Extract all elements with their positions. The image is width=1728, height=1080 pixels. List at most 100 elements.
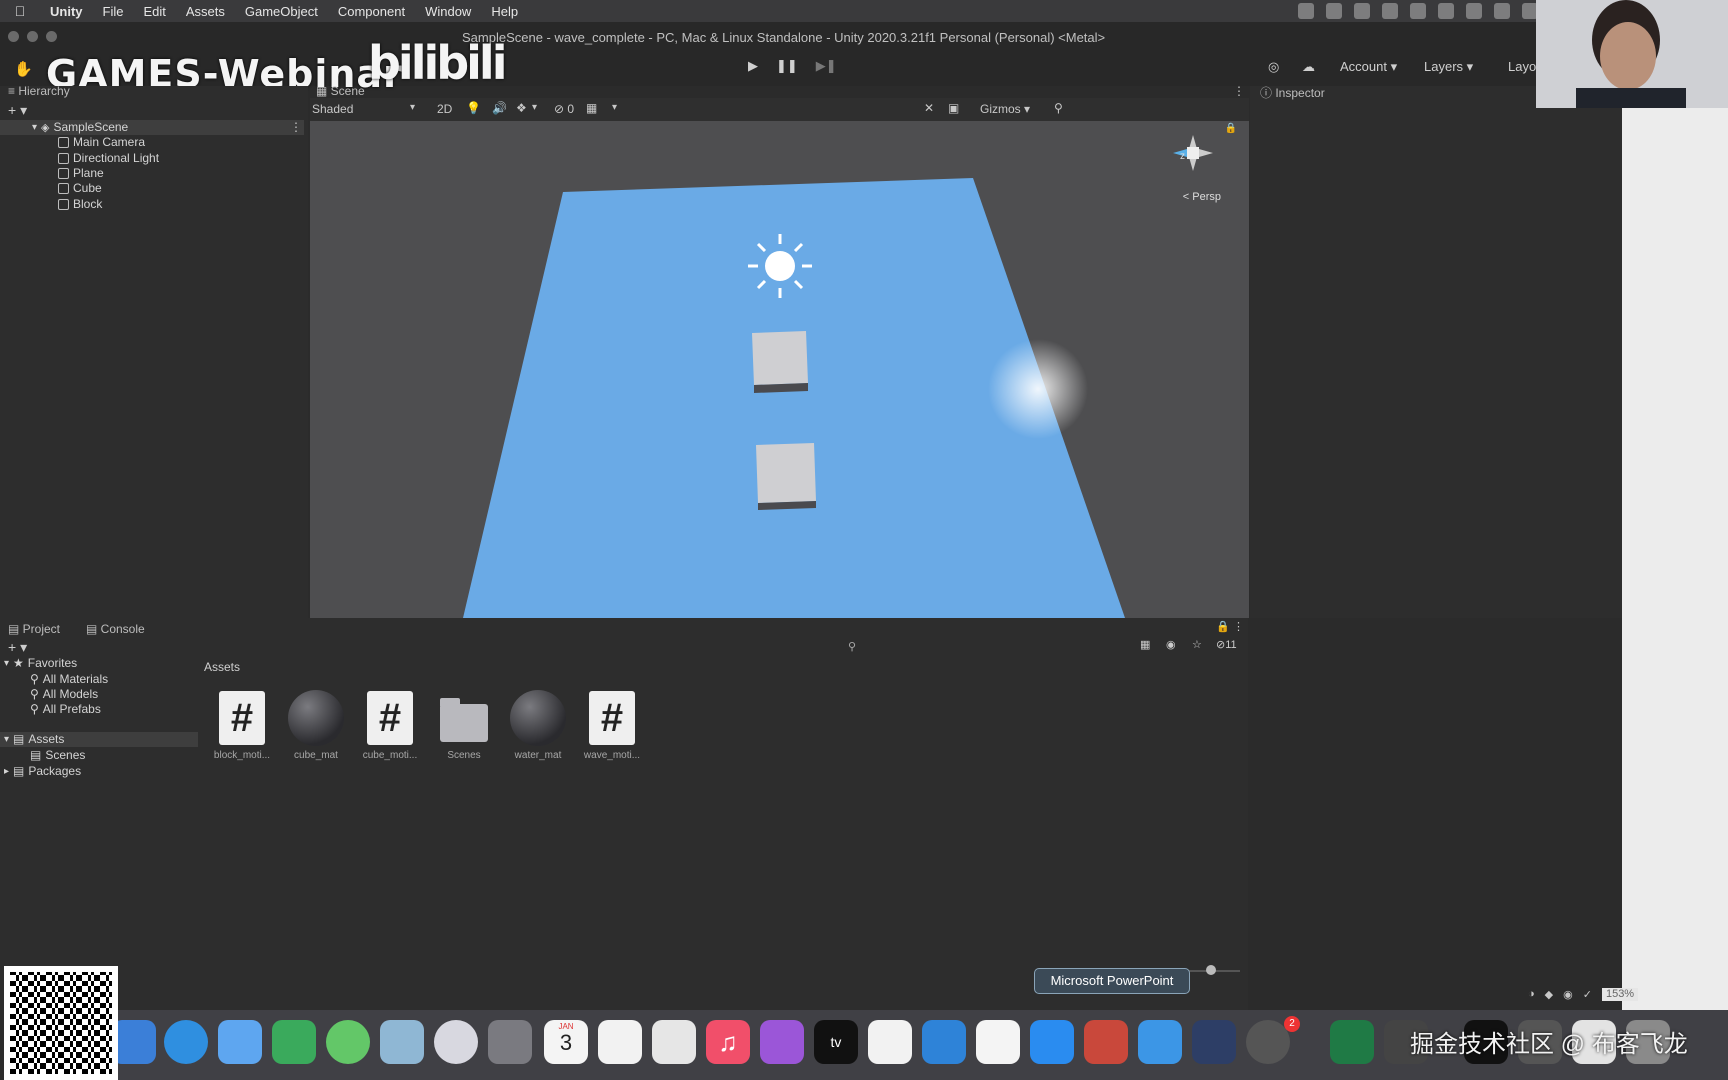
maps-icon[interactable]: [380, 1020, 424, 1064]
asset-scenes-folder[interactable]: Scenes: [434, 690, 494, 761]
asset-block-motion[interactable]: # block_moti...: [212, 690, 272, 761]
excel-icon[interactable]: [1330, 1020, 1374, 1064]
wifi-icon[interactable]: [1466, 3, 1482, 19]
play-button[interactable]: ▶: [748, 58, 758, 74]
scene-tab[interactable]: ▦ Scene: [316, 84, 365, 98]
packages-folder[interactable]: ▸ ▤ Packages: [4, 764, 81, 778]
pencil-app-icon[interactable]: [976, 1020, 1020, 1064]
inspector-tab[interactable]: ⓘ Inspector: [1260, 84, 1325, 101]
tools-icon[interactable]: ✕: [924, 101, 934, 115]
hand-tool-icon[interactable]: ✋: [14, 60, 33, 78]
camera-settings-icon[interactable]: ▣: [948, 101, 959, 115]
layers-dropdown[interactable]: Layers ▾: [1424, 59, 1473, 75]
safari-icon[interactable]: [164, 1020, 208, 1064]
hierarchy-item-block[interactable]: Block: [58, 197, 102, 211]
menu-app-unity[interactable]: Unity: [40, 4, 93, 19]
apple-tv-icon[interactable]: tv: [814, 1020, 858, 1064]
scene-orientation-gizmo[interactable]: [1165, 125, 1221, 181]
project-options-icon[interactable]: ⋮: [1233, 620, 1244, 633]
step-button[interactable]: ▶❚: [816, 58, 837, 74]
asset-cube-mat[interactable]: cube_mat: [286, 690, 346, 761]
menu-assets[interactable]: Assets: [176, 4, 235, 19]
notes-icon[interactable]: [652, 1020, 696, 1064]
scene-viewport[interactable]: z 🔒 < Persp: [310, 121, 1249, 618]
filter-by-label-icon[interactable]: ◉: [1166, 638, 1176, 651]
music-icon[interactable]: ♫: [706, 1020, 750, 1064]
favorite-all-models[interactable]: ⚲ All Models: [30, 687, 98, 701]
block-object[interactable]: [756, 443, 816, 510]
assets-breadcrumb[interactable]: Assets: [204, 660, 240, 674]
expand-arrow-icon[interactable]: ▾: [4, 734, 9, 745]
status-icon-6[interactable]: [1438, 3, 1454, 19]
scene-tab-options-icon[interactable]: ⋮: [1233, 84, 1245, 98]
effects-toggle-icon[interactable]: ❖: [516, 101, 527, 115]
hierarchy-item-plane[interactable]: Plane: [58, 166, 104, 180]
collapse-arrow-icon[interactable]: ▸: [4, 766, 9, 777]
status-icon-a[interactable]: ◑: [1528, 988, 1535, 1001]
grid-toggle-icon[interactable]: ▦: [586, 101, 597, 115]
hidden-objects-counter[interactable]: ⊘ 0: [554, 102, 574, 116]
status-icon-4[interactable]: [1382, 3, 1398, 19]
asset-cube-motion[interactable]: # cube_moti...: [360, 690, 420, 761]
cube-object[interactable]: [752, 331, 808, 393]
menu-component[interactable]: Component: [328, 4, 415, 19]
menu-edit[interactable]: Edit: [133, 4, 175, 19]
minimize-window-button[interactable]: [27, 31, 38, 42]
messages-icon[interactable]: [326, 1020, 370, 1064]
status-icon-3[interactable]: [1354, 3, 1370, 19]
scenes-folder[interactable]: ▤ Scenes: [30, 748, 85, 762]
collab-icon[interactable]: ◎: [1268, 59, 1286, 75]
menu-window[interactable]: Window: [415, 4, 481, 19]
console-tab[interactable]: ▤ Console: [86, 622, 145, 636]
status-icon-d[interactable]: ✓: [1583, 988, 1592, 1001]
photos-icon[interactable]: [434, 1020, 478, 1064]
gizmos-dropdown[interactable]: Gizmos ▾: [980, 102, 1030, 116]
project-tab[interactable]: ▤ Project: [8, 622, 60, 636]
project-add-button[interactable]: + ▾: [8, 639, 27, 656]
asset-wave-motion[interactable]: # wave_moti...: [582, 690, 642, 761]
hierarchy-tab[interactable]: ≡ Hierarchy: [8, 84, 70, 98]
mail-icon[interactable]: [218, 1020, 262, 1064]
account-dropdown[interactable]: Account ▾: [1340, 59, 1397, 75]
numbers-icon[interactable]: [868, 1020, 912, 1064]
expand-arrow-icon[interactable]: ▾: [32, 122, 37, 133]
status-icon-5[interactable]: [1410, 3, 1426, 19]
perspective-label[interactable]: < Persp: [1183, 191, 1221, 203]
assets-folder[interactable]: ▾ ▤ Assets: [4, 732, 64, 746]
shield-app-icon[interactable]: [1192, 1020, 1236, 1064]
favorite-all-materials[interactable]: ⚲ All Materials: [30, 672, 108, 686]
hierarchy-item-directional-light[interactable]: Directional Light: [58, 151, 159, 165]
project-hidden-counter[interactable]: ⊘11: [1216, 638, 1237, 651]
hierarchy-add-button[interactable]: + ▾: [8, 102, 27, 119]
menu-file[interactable]: File: [93, 4, 134, 19]
zoom-window-button[interactable]: [46, 31, 57, 42]
lighting-toggle-icon[interactable]: 💡: [466, 101, 481, 115]
status-icon-1[interactable]: [1298, 3, 1314, 19]
shading-mode-dropdown[interactable]: Shaded: [312, 102, 353, 116]
hierarchy-scene[interactable]: ▾ ◈ SampleScene: [32, 120, 128, 134]
podcasts-icon[interactable]: [760, 1020, 804, 1064]
launchpad-icon[interactable]: [112, 1020, 156, 1064]
powerpoint-icon[interactable]: [1084, 1020, 1128, 1064]
keynote-icon[interactable]: [922, 1020, 966, 1064]
status-icon-c[interactable]: ◉: [1563, 988, 1573, 1001]
layout-dropdown[interactable]: Layo: [1508, 59, 1536, 74]
favorite-all-prefabs[interactable]: ⚲ All Prefabs: [30, 702, 101, 716]
project-search-icon[interactable]: ⚲: [848, 640, 856, 653]
close-window-button[interactable]: [8, 31, 19, 42]
grid-chevron-icon[interactable]: ▾: [612, 102, 617, 113]
2d-toggle[interactable]: 2D: [437, 102, 452, 116]
thumbnail-slider-handle[interactable]: [1206, 965, 1216, 975]
favorites-header[interactable]: ▾ ★ Favorites: [4, 656, 77, 670]
shading-chevron-icon[interactable]: ▾: [410, 102, 415, 113]
feishu-icon[interactable]: [1138, 1020, 1182, 1064]
menu-gameobject[interactable]: GameObject: [235, 4, 328, 19]
effects-chevron-icon[interactable]: ▾: [532, 102, 537, 113]
cloud-icon[interactable]: ☁: [1302, 59, 1320, 75]
pause-button[interactable]: ❚❚: [776, 58, 798, 74]
scene-options-icon[interactable]: ⋮: [290, 120, 302, 134]
expand-arrow-icon[interactable]: ▾: [4, 658, 9, 669]
asset-water-mat[interactable]: water_mat: [508, 690, 568, 761]
status-icon-2[interactable]: [1326, 3, 1342, 19]
filter-by-type-icon[interactable]: ▦: [1140, 638, 1150, 651]
